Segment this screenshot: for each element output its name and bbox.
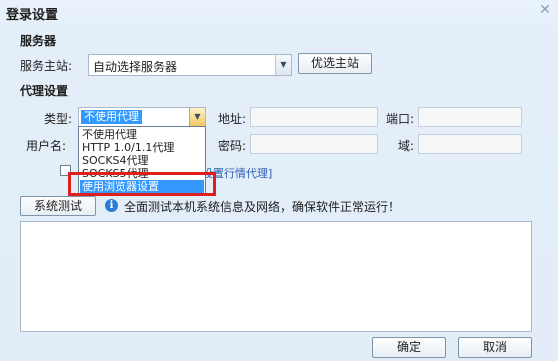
dialog-title: 登录设置 — [6, 8, 59, 23]
proxy-password-input[interactable] — [250, 134, 378, 154]
server-host-label: 服务主站: — [20, 59, 73, 73]
proxy-section-label: 代理设置 — [20, 84, 69, 98]
proxy-option-socks4[interactable]: SOCKS4代理 — [80, 154, 149, 167]
system-test-description: 全面测试本机系统信息及网络，确保软件正常运行！ — [124, 200, 401, 214]
proxy-address-input[interactable] — [250, 107, 378, 127]
proxy-address-label: 地址: — [218, 112, 247, 126]
proxy-username-label: 用户名: — [26, 139, 67, 153]
server-section-label: 服务器 — [20, 34, 57, 48]
chevron-down-icon[interactable]: ▼ — [275, 55, 291, 75]
proxy-option-http[interactable]: HTTP 1.0/1.1代理 — [80, 141, 174, 154]
proxy-type-label: 类型: — [44, 112, 73, 126]
proxy-password-label: 密码: — [218, 139, 247, 153]
close-icon[interactable]: ✕ — [536, 2, 554, 18]
chevron-down-icon[interactable]: ▼ — [189, 108, 205, 126]
ok-button[interactable]: 确定 — [372, 337, 446, 358]
cancel-button[interactable]: 取消 — [458, 337, 532, 358]
proxy-option-none[interactable]: 不使用代理 — [80, 128, 137, 141]
proxy-type-value: 不使用代理 — [81, 110, 142, 124]
login-settings-dialog: 登录设置 ✕ 服务器 服务主站: 自动选择服务器 ▼ 优选主站 代理设置 类型:… — [0, 0, 558, 361]
info-icon: i — [105, 199, 118, 212]
proxy-port-input[interactable] — [418, 107, 522, 127]
proxy-port-label: 端口: — [386, 112, 415, 126]
test-log-area[interactable] — [20, 221, 532, 332]
server-host-value: 自动选择服务器 — [93, 60, 178, 74]
highlight-annotation-box — [68, 172, 216, 196]
preferred-host-button[interactable]: 优选主站 — [298, 53, 372, 74]
proxy-domain-label: 域: — [398, 139, 415, 153]
proxy-type-select[interactable]: 不使用代理 ▼ — [78, 107, 206, 127]
proxy-domain-input[interactable] — [418, 134, 522, 154]
server-host-select[interactable]: 自动选择服务器 ▼ — [88, 54, 292, 76]
system-test-button[interactable]: 系统测试 — [20, 196, 96, 216]
